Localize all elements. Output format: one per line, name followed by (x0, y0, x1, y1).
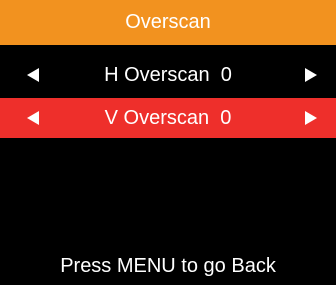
right-triangle-icon[interactable] (305, 68, 317, 82)
right-triangle-icon[interactable] (305, 111, 317, 125)
menu-item-v-overscan[interactable]: V Overscan 0 (0, 98, 336, 138)
menu-title: Overscan (0, 0, 336, 45)
menu-item-h-overscan[interactable]: H Overscan 0 (0, 55, 336, 95)
menu-item-label: H Overscan 0 (104, 63, 232, 86)
menu-item-label: V Overscan 0 (104, 106, 232, 129)
osd-screen: Overscan H Overscan 0 V Overscan 0 Press… (0, 0, 336, 285)
back-hint: Press MENU to go Back (60, 255, 276, 277)
